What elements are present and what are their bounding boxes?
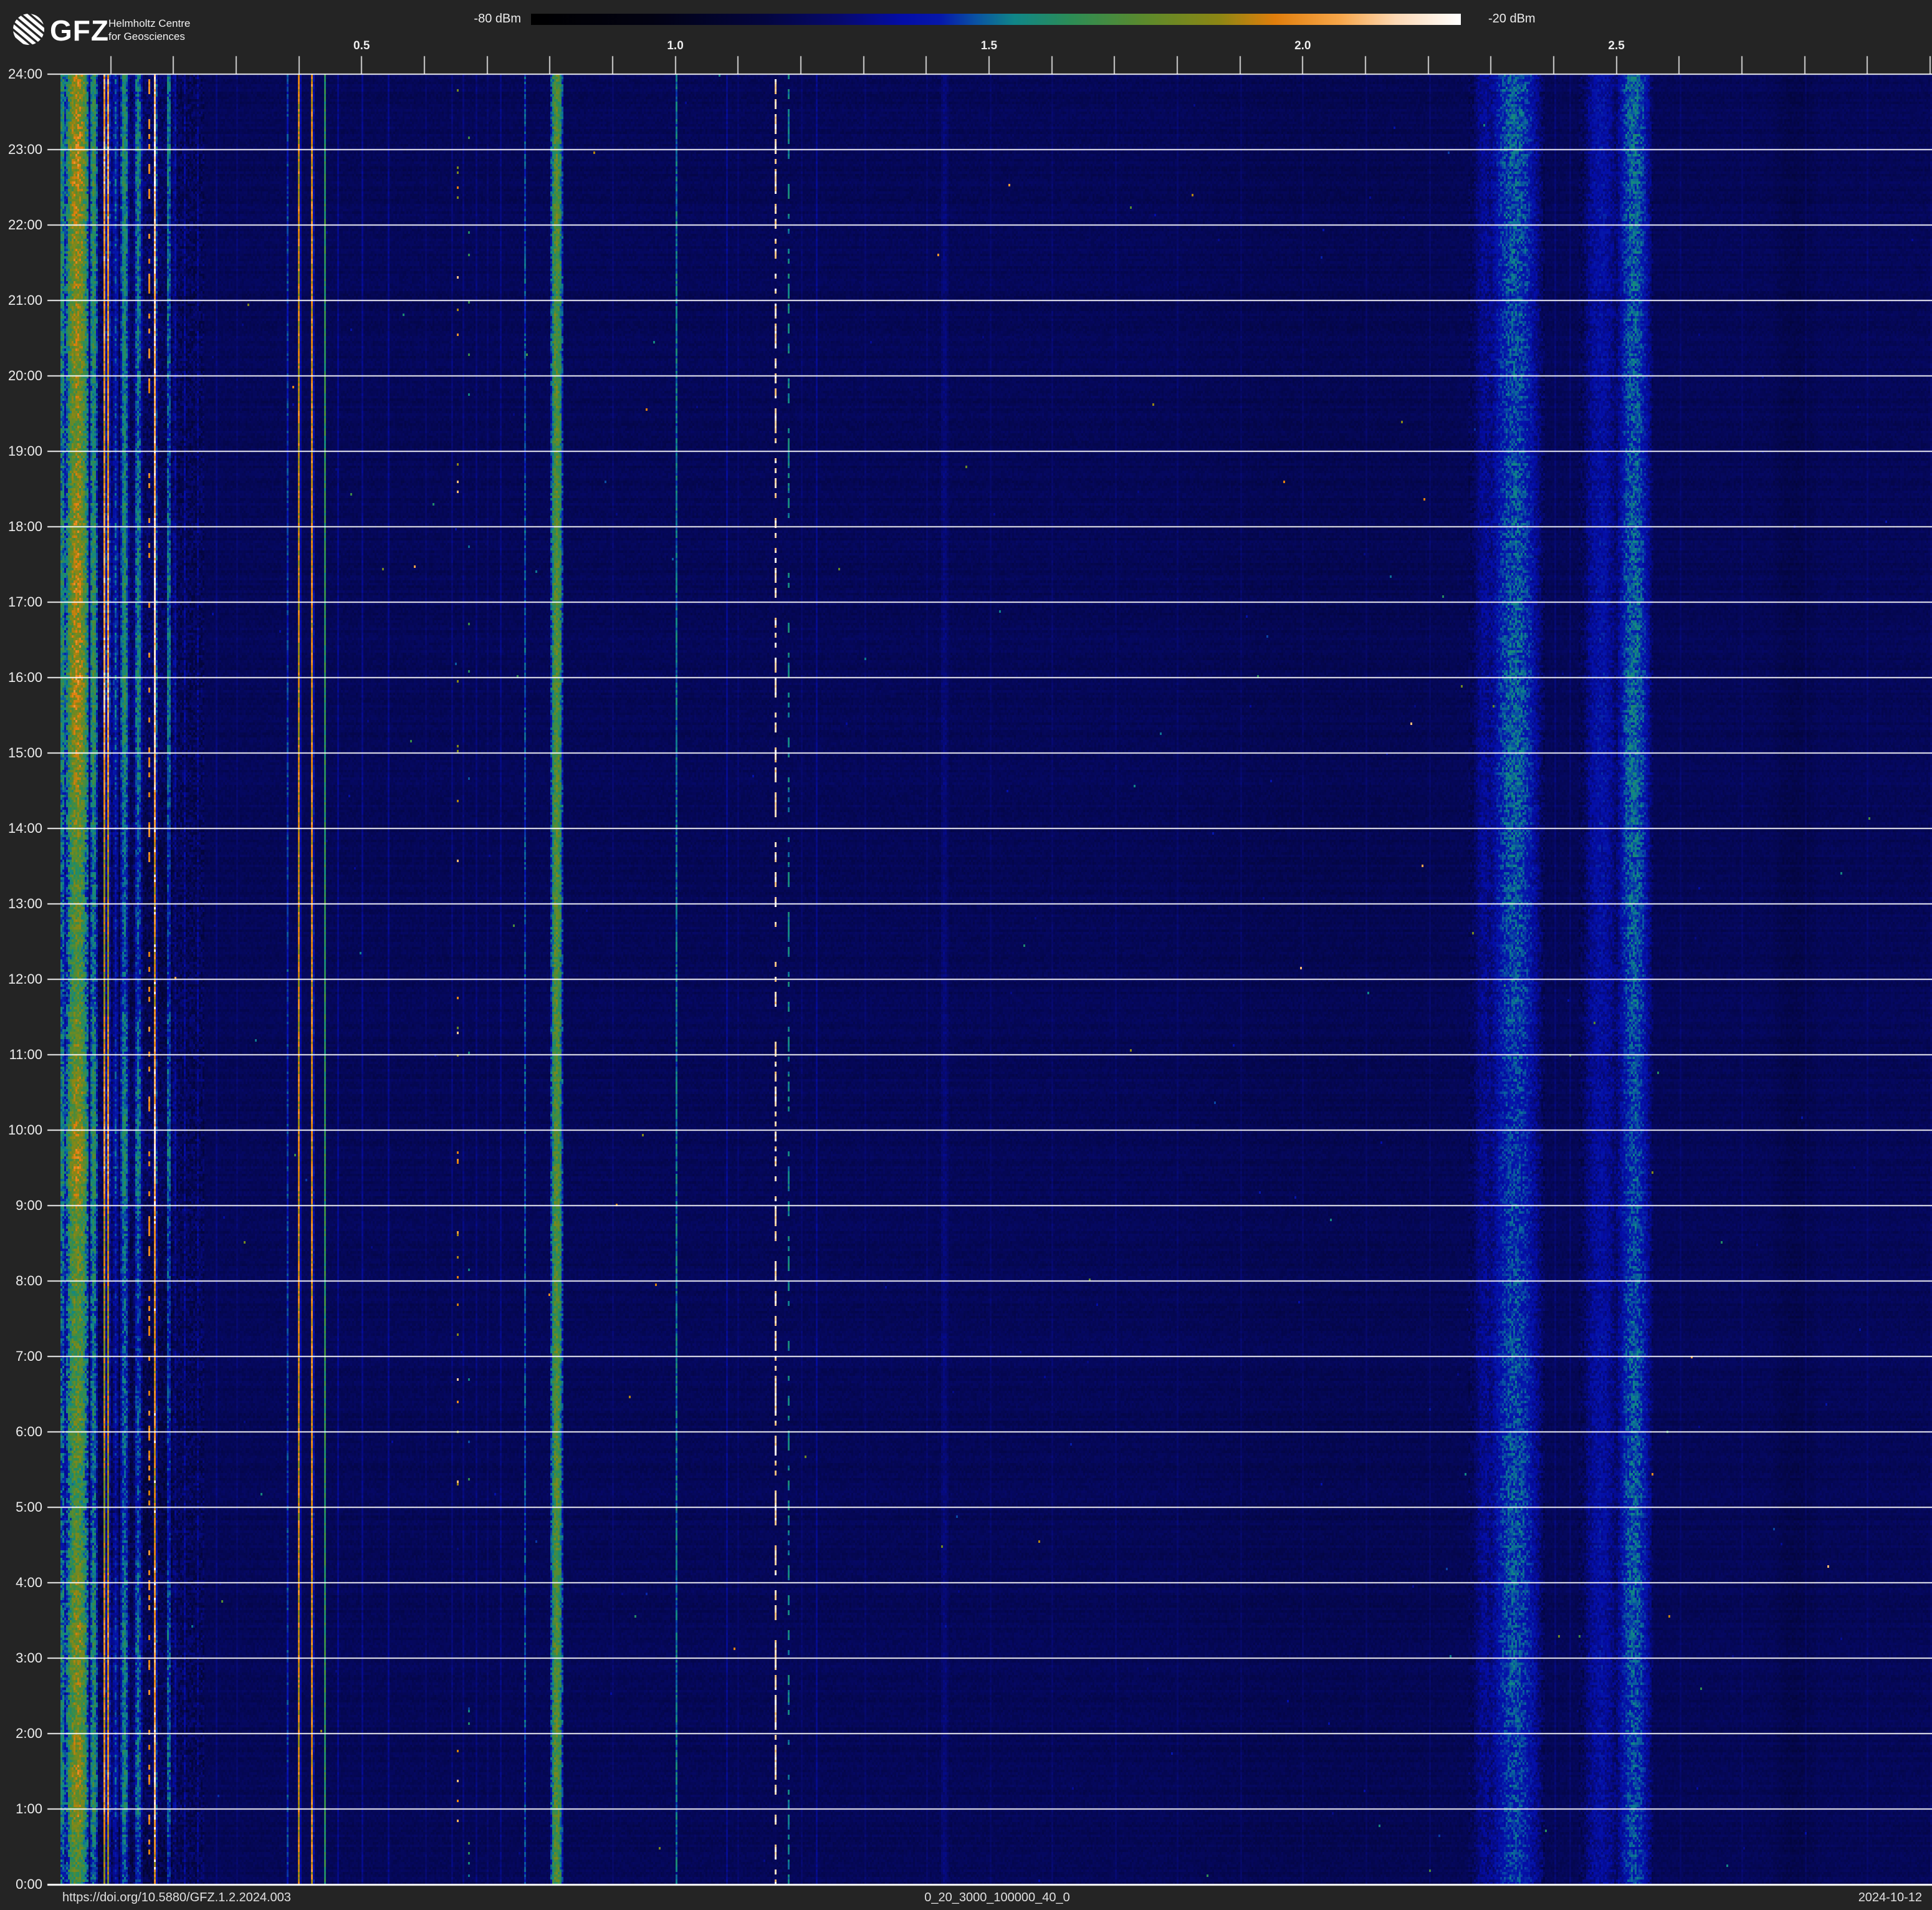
time-tick-label: 21:00 <box>0 292 42 309</box>
logo-org-name: Helmholtz Centre for Geosciences <box>108 17 190 43</box>
date-label: 2024-10-12 <box>1858 1891 1922 1905</box>
gfz-globe-icon <box>12 13 45 46</box>
time-tick-label: 22:00 <box>0 217 42 233</box>
time-tick-label: 10:00 <box>0 1122 42 1138</box>
time-tick-label: 18:00 <box>0 519 42 535</box>
freq-tick-label: 2.5 <box>1608 39 1624 53</box>
time-tick-label: 23:00 <box>0 142 42 158</box>
freq-tick-label: 1.0 <box>667 39 683 53</box>
time-tick-label: 12:00 <box>0 971 42 987</box>
time-tick-label: 11:00 <box>0 1047 42 1063</box>
time-tick-label: 20:00 <box>0 368 42 384</box>
doi-text: https://doi.org/10.5880/GFZ.1.2.2024.003 <box>62 1891 291 1905</box>
time-tick-label: 13:00 <box>0 896 42 912</box>
time-tick-label: 5:00 <box>0 1499 42 1515</box>
time-tick-label: 24:00 <box>0 66 42 82</box>
time-tick-label: 7:00 <box>0 1348 42 1365</box>
logo-org-line2: for Geosciences <box>108 30 190 43</box>
colorbar-min-label: -80 dBm <box>436 12 521 26</box>
time-tick-label: 15:00 <box>0 745 42 761</box>
time-tick-label: 16:00 <box>0 669 42 686</box>
time-tick-label: 9:00 <box>0 1197 42 1214</box>
freq-tick-label: 1.5 <box>981 39 997 53</box>
logo-acronym: GFZ <box>50 14 109 47</box>
time-tick-label: 17:00 <box>0 594 42 610</box>
spectrogram-viewer: GFZ Helmholtz Centre for Geosciences -80… <box>0 0 1932 1910</box>
logo-org-line1: Helmholtz Centre <box>108 17 190 30</box>
time-tick-label: 1:00 <box>0 1801 42 1817</box>
freq-tick-label: 2.0 <box>1294 39 1311 53</box>
time-tick-label: 6:00 <box>0 1424 42 1440</box>
time-tick-label: 3:00 <box>0 1650 42 1666</box>
time-tick-label: 8:00 <box>0 1273 42 1289</box>
time-tick-label: 4:00 <box>0 1575 42 1591</box>
spectrogram-waterfall <box>60 74 1932 1884</box>
freq-tick-label: 0.5 <box>353 39 370 53</box>
time-tick-label: 0:00 <box>0 1876 42 1893</box>
file-params-text: 0_20_3000_100000_40_0 <box>924 1891 1070 1905</box>
time-tick-label: 2:00 <box>0 1725 42 1742</box>
time-tick-label: 14:00 <box>0 820 42 837</box>
time-tick-label: 19:00 <box>0 443 42 459</box>
colorbar-gradient <box>531 14 1461 25</box>
colorbar-max-label: -20 dBm <box>1488 12 1536 26</box>
